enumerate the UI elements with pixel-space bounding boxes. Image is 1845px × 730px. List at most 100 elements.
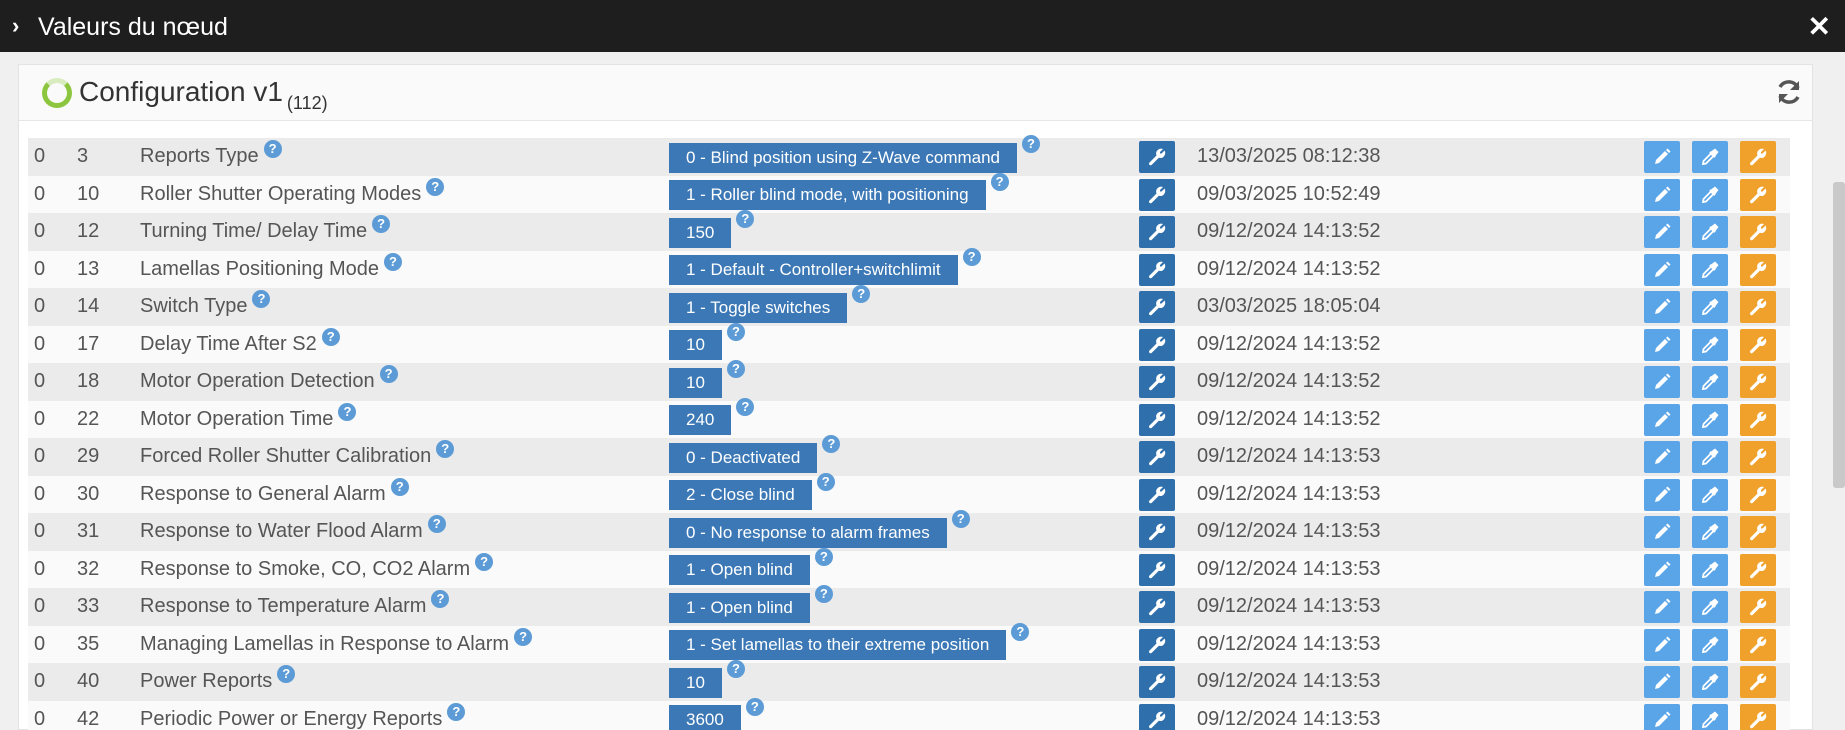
edit-button[interactable] — [1644, 591, 1680, 623]
configure-button[interactable] — [1740, 403, 1776, 436]
help-icon[interactable]: ? — [263, 140, 282, 158]
wrench-button[interactable] — [1139, 666, 1175, 698]
edit-button[interactable] — [1644, 253, 1680, 286]
help-icon[interactable]: ? — [814, 547, 833, 566]
wrench-button[interactable] — [1139, 591, 1175, 623]
wrench-button[interactable] — [1139, 141, 1175, 173]
configure-button[interactable] — [1740, 328, 1776, 361]
help-icon[interactable]: ? — [338, 402, 357, 421]
configure-button[interactable] — [1740, 553, 1776, 586]
refresh-icon[interactable] — [1774, 77, 1804, 107]
help-icon[interactable]: ? — [321, 327, 340, 346]
help-icon[interactable]: ? — [427, 515, 446, 533]
wrench-button[interactable] — [1139, 253, 1175, 286]
eyedropper-button[interactable] — [1692, 703, 1728, 730]
eyedropper-button[interactable] — [1692, 328, 1728, 361]
help-icon[interactable]: ? — [426, 177, 445, 196]
help-icon[interactable]: ? — [852, 285, 871, 303]
help-icon[interactable]: ? — [816, 472, 835, 491]
edit-button[interactable] — [1644, 703, 1680, 730]
help-icon[interactable]: ? — [252, 290, 271, 308]
eyedropper-button[interactable] — [1692, 628, 1728, 661]
wrench-button[interactable] — [1139, 366, 1175, 398]
wrench-button[interactable] — [1139, 516, 1175, 548]
help-icon[interactable]: ? — [447, 702, 466, 721]
help-icon[interactable]: ? — [726, 660, 745, 678]
help-icon[interactable]: ? — [736, 397, 755, 416]
wrench-button[interactable] — [1139, 441, 1175, 473]
eyedropper-button[interactable] — [1692, 478, 1728, 511]
help-icon[interactable]: ? — [390, 477, 409, 496]
configure-button[interactable] — [1740, 291, 1776, 323]
configure-button[interactable] — [1740, 441, 1776, 473]
wrench-button[interactable] — [1139, 178, 1175, 211]
wrench-button[interactable] — [1139, 328, 1175, 361]
help-icon[interactable]: ? — [277, 665, 296, 683]
edit-button[interactable] — [1644, 328, 1680, 361]
help-icon[interactable]: ? — [814, 585, 833, 603]
edit-button[interactable] — [1644, 441, 1680, 473]
edit-button[interactable] — [1644, 178, 1680, 211]
help-icon[interactable]: ? — [726, 322, 745, 341]
wrench-button[interactable] — [1139, 628, 1175, 661]
help-icon[interactable]: ? — [726, 360, 745, 378]
wrench-button[interactable] — [1139, 703, 1175, 730]
configure-button[interactable] — [1740, 141, 1776, 173]
configure-button[interactable] — [1740, 366, 1776, 398]
edit-button[interactable] — [1644, 628, 1680, 661]
scrollbar-thumb[interactable] — [1833, 182, 1845, 488]
wrench-button[interactable] — [1139, 553, 1175, 586]
edit-button[interactable] — [1644, 553, 1680, 586]
configure-button[interactable] — [1740, 478, 1776, 511]
help-icon[interactable]: ? — [475, 552, 494, 571]
wrench-button[interactable] — [1139, 291, 1175, 323]
edit-button[interactable] — [1644, 216, 1680, 248]
help-icon[interactable]: ? — [951, 510, 970, 528]
help-icon[interactable]: ? — [962, 247, 981, 266]
eyedropper-button[interactable] — [1692, 178, 1728, 211]
eyedropper-button[interactable] — [1692, 666, 1728, 698]
close-icon[interactable]: ✕ — [1808, 12, 1831, 42]
eyedropper-button[interactable] — [1692, 291, 1728, 323]
help-icon[interactable]: ? — [1022, 135, 1041, 153]
configure-button[interactable] — [1740, 703, 1776, 730]
eyedropper-button[interactable] — [1692, 516, 1728, 548]
eyedropper-button[interactable] — [1692, 216, 1728, 248]
wrench-button[interactable] — [1139, 478, 1175, 511]
eyedropper-button[interactable] — [1692, 591, 1728, 623]
help-icon[interactable]: ? — [379, 365, 398, 383]
eyedropper-button[interactable] — [1692, 366, 1728, 398]
help-icon[interactable]: ? — [736, 210, 755, 228]
chevron-right-icon[interactable]: › — [12, 14, 32, 38]
help-icon[interactable]: ? — [372, 215, 391, 233]
edit-button[interactable] — [1644, 666, 1680, 698]
configure-button[interactable] — [1740, 216, 1776, 248]
help-icon[interactable]: ? — [745, 697, 764, 716]
help-icon[interactable]: ? — [822, 435, 841, 453]
configure-button[interactable] — [1740, 591, 1776, 623]
wrench-button[interactable] — [1139, 403, 1175, 436]
configure-button[interactable] — [1740, 178, 1776, 211]
edit-button[interactable] — [1644, 141, 1680, 173]
edit-button[interactable] — [1644, 366, 1680, 398]
help-icon[interactable]: ? — [1011, 622, 1030, 641]
wrench-button[interactable] — [1139, 216, 1175, 248]
help-icon[interactable]: ? — [990, 172, 1009, 191]
configure-button[interactable] — [1740, 516, 1776, 548]
edit-button[interactable] — [1644, 291, 1680, 323]
help-icon[interactable]: ? — [431, 590, 450, 608]
edit-button[interactable] — [1644, 403, 1680, 436]
help-icon[interactable]: ? — [384, 252, 403, 271]
help-icon[interactable]: ? — [514, 627, 533, 646]
edit-button[interactable] — [1644, 516, 1680, 548]
configure-button[interactable] — [1740, 628, 1776, 661]
eyedropper-button[interactable] — [1692, 553, 1728, 586]
configure-button[interactable] — [1740, 253, 1776, 286]
help-icon[interactable]: ? — [436, 440, 455, 458]
eyedropper-button[interactable] — [1692, 253, 1728, 286]
eyedropper-button[interactable] — [1692, 141, 1728, 173]
configure-button[interactable] — [1740, 666, 1776, 698]
eyedropper-button[interactable] — [1692, 403, 1728, 436]
eyedropper-button[interactable] — [1692, 441, 1728, 473]
edit-button[interactable] — [1644, 478, 1680, 511]
